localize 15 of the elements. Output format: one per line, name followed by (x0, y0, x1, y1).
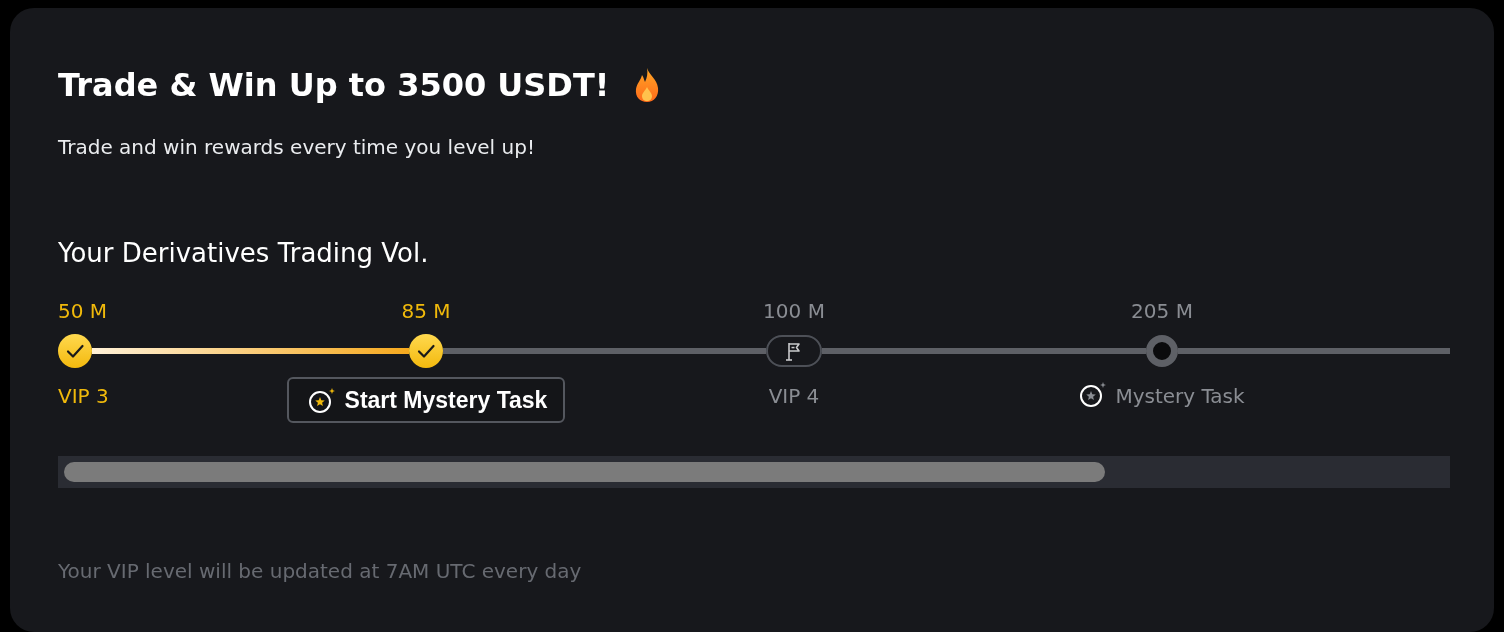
update-note: Your VIP level will be updated at 7AM UTC every day (58, 558, 583, 584)
milestone-value: 50 M (58, 298, 108, 324)
promo-subtitle: Trade and win rewards every time you level up! (58, 134, 536, 161)
milestone-label: VIP 4 (768, 383, 820, 409)
star-circle-icon (1079, 381, 1108, 407)
star-circle-icon (307, 387, 336, 413)
promo-title: Trade & Win Up to 3500 USDT! (58, 65, 610, 106)
milestone-label: Mystery Task (1115, 383, 1245, 409)
milestone-value: 205 M (1131, 298, 1193, 324)
section-heading: Your Derivatives Trading Vol. (58, 237, 430, 270)
milestone-value: 85 M (401, 298, 451, 324)
milestone-value: 100 M (763, 298, 825, 324)
scrollbar-thumb[interactable] (64, 462, 1105, 482)
milestone-label: VIP 3 (58, 383, 109, 409)
start-task-button[interactable]: Start Mystery Task (286, 377, 566, 423)
